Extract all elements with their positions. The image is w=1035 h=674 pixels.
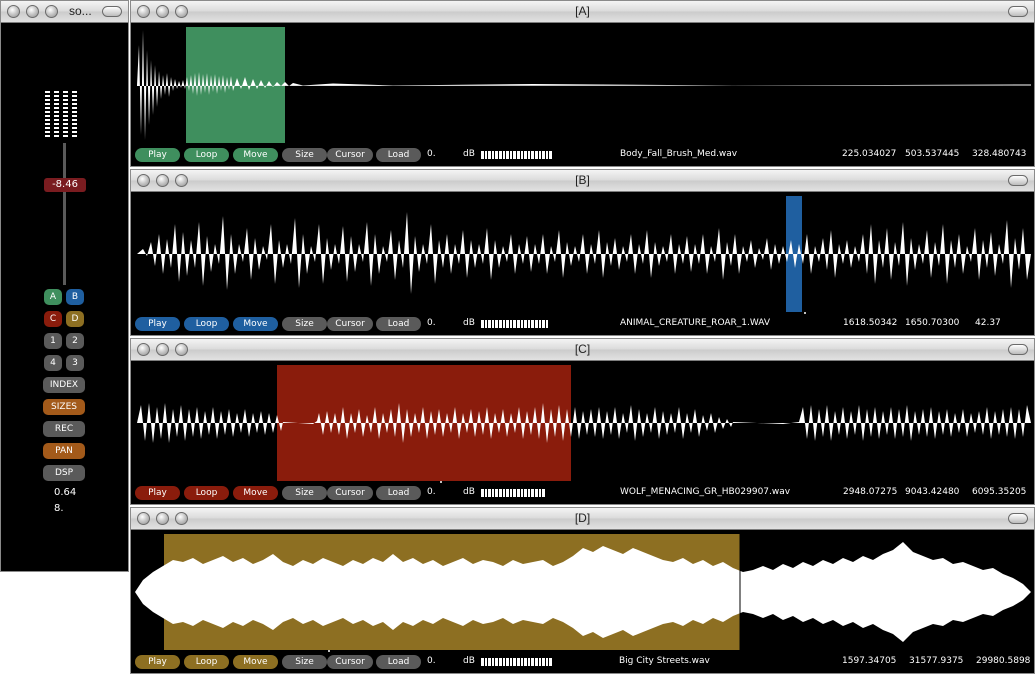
gain-value-box[interactable]: -8.46 <box>44 178 86 192</box>
selection-end: 503.537445 <box>905 149 960 159</box>
player-window-a: [A] Play Loop Move Size Cursor Load 0. d… <box>130 0 1035 167</box>
minimize-button[interactable] <box>26 5 39 18</box>
filename: Body_Fall_Brush_Med.wav <box>620 149 738 159</box>
selection-start: 225.034027 <box>842 149 897 159</box>
player-d-titlebar[interactable]: [D] <box>131 508 1034 530</box>
waveform-display[interactable] <box>133 363 1033 483</box>
select-2-button[interactable]: 2 <box>66 333 84 349</box>
zero-value: 0. <box>427 487 436 497</box>
close-button[interactable] <box>7 5 20 18</box>
mixer-window: so... -8.46 A B C D 1 2 4 3 INDEX SIZES … <box>0 0 129 572</box>
db-label: dB <box>463 487 475 497</box>
cursor-button[interactable]: Cursor <box>327 148 373 162</box>
play-button[interactable]: Play <box>135 655 180 669</box>
select-a-button[interactable]: A <box>44 289 62 305</box>
sizes-button[interactable]: SIZES <box>43 399 85 415</box>
player-window-b: [B] Play Loop Move Size Cursor Load 0. d… <box>130 169 1035 336</box>
toolbar-toggle-button[interactable] <box>1008 344 1028 355</box>
db-meter <box>481 320 549 328</box>
cursor-button[interactable]: Cursor <box>327 655 373 669</box>
player-c-titlebar[interactable]: [C] <box>131 339 1034 361</box>
pan-button[interactable]: PAN <box>43 443 85 459</box>
player-c-title: [C] <box>574 342 591 356</box>
selection-length: 29980.5898 <box>976 656 1031 666</box>
selection-length: 6095.35205 <box>972 487 1027 497</box>
db-meter <box>481 489 545 497</box>
move-button[interactable]: Move <box>233 317 278 331</box>
player-a-titlebar[interactable]: [A] <box>131 1 1034 23</box>
db-label: dB <box>463 656 475 666</box>
player-a-title: [A] <box>575 4 590 18</box>
size-button[interactable]: Size <box>282 486 327 500</box>
load-button[interactable]: Load <box>376 655 421 669</box>
select-3-button[interactable]: 3 <box>66 355 84 371</box>
selection-length: 328.480743 <box>972 149 1027 159</box>
select-4-button[interactable]: 4 <box>44 355 62 371</box>
select-d-button[interactable]: D <box>66 311 84 327</box>
selection-length: 42.37 <box>975 318 1001 328</box>
cursor-button[interactable]: Cursor <box>327 486 373 500</box>
size-button[interactable]: Size <box>282 317 327 331</box>
waveform-display[interactable] <box>133 532 1033 652</box>
play-button[interactable]: Play <box>135 148 180 162</box>
selection-end: 31577.9375 <box>909 656 964 666</box>
dsp-button[interactable]: DSP <box>43 465 85 481</box>
level-meter <box>45 91 77 137</box>
loop-button[interactable]: Loop <box>184 148 229 162</box>
move-button[interactable]: Move <box>233 655 278 669</box>
move-button[interactable]: Move <box>233 486 278 500</box>
loop-button[interactable]: Loop <box>184 655 229 669</box>
selection-end: 9043.42480 <box>905 487 960 497</box>
select-1-button[interactable]: 1 <box>44 333 62 349</box>
zero-value: 0. <box>427 318 436 328</box>
player-b-titlebar[interactable]: [B] <box>131 170 1034 192</box>
db-meter <box>481 658 552 666</box>
mixer-value-2: 8. <box>54 503 64 514</box>
toolbar-toggle-button[interactable] <box>1008 513 1028 524</box>
filename: ANIMAL_CREATURE_ROAR_1.WAV <box>620 318 771 328</box>
player-d-title: [D] <box>574 511 591 525</box>
toolbar-toggle-button[interactable] <box>1008 6 1028 17</box>
loop-button[interactable]: Loop <box>184 317 229 331</box>
load-button[interactable]: Load <box>376 148 421 162</box>
toolbar-toggle-button[interactable] <box>1008 175 1028 186</box>
player-b-title: [B] <box>575 173 590 187</box>
size-button[interactable]: Size <box>282 148 327 162</box>
zero-value: 0. <box>427 149 436 159</box>
play-button[interactable]: Play <box>135 486 180 500</box>
waveform-display[interactable] <box>133 25 1033 145</box>
zoom-button[interactable] <box>45 5 58 18</box>
mixer-value-1: 0.64 <box>54 487 77 498</box>
loop-button[interactable]: Loop <box>184 486 229 500</box>
rec-button[interactable]: REC <box>43 421 85 437</box>
load-button[interactable]: Load <box>376 486 421 500</box>
index-button[interactable]: INDEX <box>43 377 85 393</box>
selection-end: 1650.70300 <box>905 318 960 328</box>
select-b-button[interactable]: B <box>66 289 84 305</box>
zero-value: 0. <box>427 656 436 666</box>
cursor-button[interactable]: Cursor <box>327 317 373 331</box>
selection-start: 2948.07275 <box>843 487 898 497</box>
db-label: dB <box>463 318 475 328</box>
db-meter <box>481 151 552 159</box>
select-c-button[interactable]: C <box>44 311 62 327</box>
move-button[interactable]: Move <box>233 148 278 162</box>
filename: WOLF_MENACING_GR_HB029907.wav <box>620 487 791 497</box>
player-window-d: [D] Play Loop Move Size Cursor Load 0. d… <box>130 507 1035 674</box>
mixer-titlebar[interactable]: so... <box>1 1 128 23</box>
selection-start: 1597.34705 <box>842 656 897 666</box>
waveform-display[interactable] <box>133 194 1033 314</box>
player-window-c: [C] Play Loop Move Size Cursor Load 0. d… <box>130 338 1035 505</box>
db-label: dB <box>463 149 475 159</box>
toolbar-toggle-button[interactable] <box>102 6 122 17</box>
gain-fader-track[interactable] <box>63 143 66 285</box>
play-button[interactable]: Play <box>135 317 180 331</box>
load-button[interactable]: Load <box>376 317 421 331</box>
filename: Big City Streets.wav <box>619 656 710 666</box>
selection-start: 1618.50342 <box>843 318 898 328</box>
size-button[interactable]: Size <box>282 655 327 669</box>
